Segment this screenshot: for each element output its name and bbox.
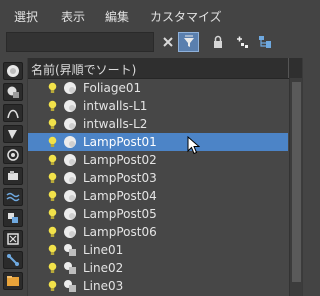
- tree-row[interactable]: LampPost05: [28, 205, 288, 223]
- filter-icon[interactable]: [178, 32, 199, 52]
- visibility-bulb-icon[interactable]: [48, 262, 57, 278]
- menu-display[interactable]: 表示: [61, 10, 85, 24]
- object-icon: [63, 117, 77, 134]
- menu-customize[interactable]: カスタマイズ: [150, 10, 222, 24]
- tree-row[interactable]: Line03: [28, 277, 288, 295]
- clear-icon[interactable]: [160, 32, 176, 52]
- toolbar: [0, 29, 317, 56]
- vertical-scrollbar[interactable]: [289, 78, 303, 296]
- visibility-bulb-icon[interactable]: [48, 226, 57, 242]
- helpers-icon[interactable]: [3, 167, 23, 185]
- spacewarps-icon[interactable]: [3, 188, 23, 206]
- visibility-bulb-icon[interactable]: [48, 190, 57, 206]
- name-column-header[interactable]: 名前(昇順でソート): [28, 58, 303, 79]
- tree-row[interactable]: LampPost03: [28, 169, 288, 187]
- visibility-bulb-icon[interactable]: [48, 172, 57, 188]
- object-icon: [63, 99, 77, 116]
- object-name: Line02: [83, 261, 124, 275]
- groups-icon[interactable]: [3, 209, 23, 227]
- geometry-icon[interactable]: [3, 83, 23, 101]
- object-name: intwalls-L1: [83, 99, 148, 113]
- visibility-bulb-icon[interactable]: [48, 136, 57, 152]
- tree-row-selected[interactable]: LampPost01: [28, 133, 288, 151]
- object-name: Line03: [83, 279, 124, 293]
- object-name: LampPost05: [83, 207, 157, 221]
- object-icon: [63, 135, 77, 152]
- object-name: LampPost03: [83, 171, 157, 185]
- object-name: Line01: [83, 243, 124, 257]
- tree-row[interactable]: LampPost04: [28, 187, 288, 205]
- object-icon: [63, 225, 77, 242]
- object-name: LampPost04: [83, 189, 157, 203]
- visibility-bulb-icon[interactable]: [48, 154, 57, 170]
- right-panel-edge: [302, 58, 318, 296]
- cameras-icon[interactable]: [3, 146, 23, 164]
- tree-row[interactable]: intwalls-L1: [28, 97, 288, 115]
- lock-icon[interactable]: [210, 32, 226, 52]
- visibility-bulb-icon[interactable]: [48, 82, 57, 98]
- tree-row[interactable]: Foliage01: [28, 79, 288, 97]
- object-icon: [63, 81, 77, 98]
- link-icon[interactable]: [233, 32, 251, 52]
- shape-icon: [63, 243, 77, 260]
- menu-edit[interactable]: 編集: [105, 10, 129, 24]
- object-icon: [63, 171, 77, 188]
- xrefs-icon[interactable]: [3, 230, 23, 248]
- shape-icon: [63, 261, 77, 278]
- lights-icon[interactable]: [3, 125, 23, 143]
- search-input[interactable]: [6, 32, 154, 52]
- tree-row[interactable]: LampPost02: [28, 151, 288, 169]
- visibility-bulb-icon[interactable]: [48, 244, 57, 260]
- visibility-bulb-icon[interactable]: [48, 118, 57, 134]
- menu-select[interactable]: 選択: [14, 10, 38, 24]
- visibility-bulb-icon[interactable]: [48, 280, 57, 296]
- shape-icon: [63, 279, 77, 296]
- shapes-icon[interactable]: [3, 104, 23, 122]
- column-title: 名前(昇順でソート): [31, 63, 137, 77]
- object-name: LampPost01: [83, 135, 157, 149]
- object-name: LampPost02: [83, 153, 157, 167]
- object-name: LampPost06: [83, 225, 157, 239]
- object-name: Foliage01: [83, 81, 142, 95]
- tree-row[interactable]: intwalls-L2: [28, 115, 288, 133]
- display-all-icon[interactable]: [3, 62, 23, 80]
- hierarchy-icon[interactable]: [256, 32, 274, 52]
- object-icon: [63, 153, 77, 170]
- mouse-cursor-icon: [187, 135, 201, 158]
- object-icon: [63, 189, 77, 206]
- containers-icon[interactable]: [3, 272, 23, 290]
- scrollbar-thumb[interactable]: [292, 82, 301, 282]
- tree-row[interactable]: Line02: [28, 259, 288, 277]
- visibility-bulb-icon[interactable]: [48, 100, 57, 116]
- filter-sidebar: [0, 58, 27, 296]
- object-icon: [63, 207, 77, 224]
- scene-explorer-tree: 名前(昇順でソート) Foliage01 intwalls-L1 intwall…: [27, 58, 303, 296]
- menu-bar: 選択 表示 編集 カスタマイズ: [0, 0, 317, 28]
- visibility-bulb-icon[interactable]: [48, 208, 57, 224]
- bones-icon[interactable]: [3, 251, 23, 269]
- tree-row[interactable]: LampPost06: [28, 223, 288, 241]
- tree-row[interactable]: Line01: [28, 241, 288, 259]
- object-name: intwalls-L2: [83, 117, 148, 131]
